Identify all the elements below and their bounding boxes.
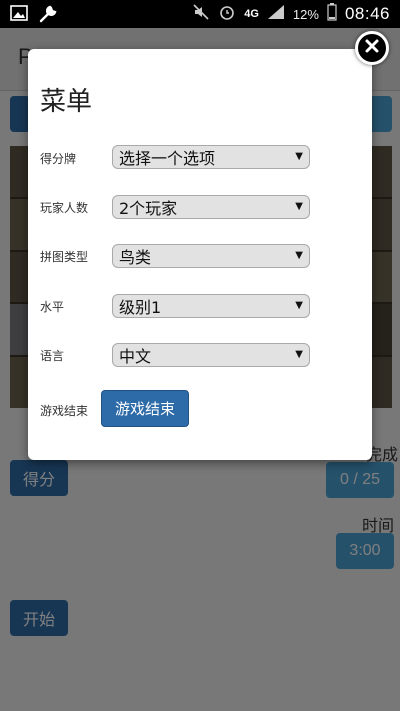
- close-icon: [364, 38, 380, 58]
- scoreboard-label: 得分牌: [40, 152, 77, 166]
- battery-percent: 12%: [292, 6, 319, 22]
- close-dialog-button[interactable]: [355, 31, 389, 65]
- language-label: 语言: [40, 349, 65, 363]
- alarm-icon: [218, 3, 236, 25]
- level-label: 水平: [40, 300, 65, 314]
- end-game-label: 游戏结束: [40, 404, 89, 418]
- puzzle-type-select[interactable]: 鸟类 ▼: [112, 244, 310, 268]
- select-value: 鸟类: [119, 248, 152, 267]
- player-count-label: 玩家人数: [40, 201, 89, 215]
- signal-icon: [267, 4, 285, 24]
- menu-dialog: 菜单 得分牌 选择一个选项 ▼ 玩家人数 2个玩家 ▼ 拼图类型 鸟类 ▼ 水平…: [28, 49, 372, 460]
- image-icon: [10, 4, 28, 29]
- chevron-down-icon: ▼: [295, 151, 303, 162]
- status-bar: 4G 12% 08:46: [0, 0, 400, 28]
- status-left: [10, 4, 58, 29]
- select-value: 中文: [119, 347, 152, 366]
- network-type: 4G: [244, 8, 259, 20]
- select-value: 选择一个选项: [119, 149, 216, 168]
- end-game-button[interactable]: 游戏结束: [101, 390, 189, 427]
- chevron-down-icon: ▼: [295, 300, 303, 311]
- player-count-select[interactable]: 2个玩家 ▼: [112, 195, 310, 219]
- level-select[interactable]: 级别1 ▼: [112, 294, 310, 318]
- status-right: 4G 12% 08:46: [192, 0, 390, 28]
- chevron-down-icon: ▼: [295, 349, 303, 360]
- puzzle-type-label: 拼图类型: [40, 250, 89, 264]
- scoreboard-select[interactable]: 选择一个选项 ▼: [112, 145, 310, 169]
- battery-icon: [327, 3, 337, 25]
- chevron-down-icon: ▼: [295, 250, 303, 261]
- dialog-title: 菜单: [40, 87, 93, 117]
- select-value: 2个玩家: [119, 199, 178, 218]
- clock: 08:46: [344, 4, 390, 23]
- select-value: 级别1: [119, 298, 162, 317]
- language-select[interactable]: 中文 ▼: [112, 343, 310, 367]
- wrench-icon: [38, 4, 58, 29]
- chevron-down-icon: ▼: [295, 201, 303, 212]
- mute-icon: [192, 3, 210, 25]
